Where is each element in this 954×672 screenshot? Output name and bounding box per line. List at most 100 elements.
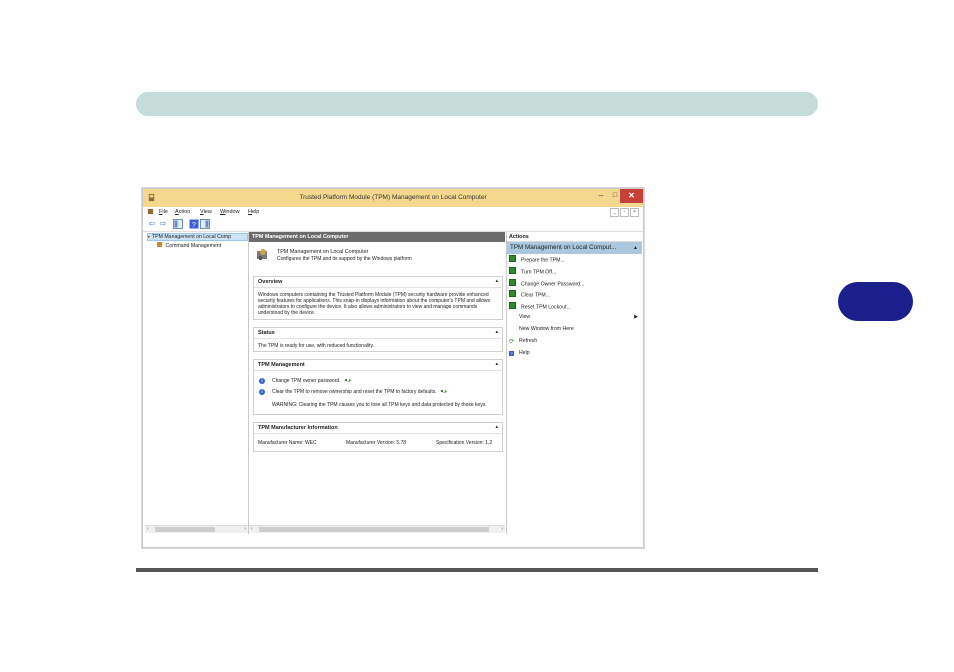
specification-version: Specification Version: 1.2 — [436, 440, 492, 446]
manufacturer-name: Manufacturer Name: WEC — [258, 440, 317, 446]
chapter-side-tab — [838, 282, 913, 321]
info-icon: i — [259, 378, 265, 384]
status-title: Status — [258, 330, 275, 336]
page-footer-rule — [136, 568, 818, 572]
blank-icon — [509, 326, 514, 331]
scroll-right-icon[interactable]: › — [501, 526, 503, 533]
mmc-window: Trusted Platform Module (TPM) Management… — [142, 188, 644, 548]
action-label: Refresh — [519, 338, 538, 344]
refresh-icon: ⟳ — [509, 338, 515, 345]
management-item-label: Change TPM owner password. — [272, 378, 341, 384]
tree-item-label: Command Management — [165, 243, 222, 249]
menu-help[interactable]: Help — [248, 209, 259, 215]
green-action-icon — [509, 279, 516, 286]
specification-version-label: Specification Version: — [436, 440, 484, 446]
green-action-icon — [509, 255, 516, 262]
tree-item-command-management[interactable]: Command Management — [157, 242, 221, 249]
collapse-arrow-icon[interactable]: ▴ — [495, 424, 498, 430]
menu-view[interactable]: View — [200, 209, 212, 215]
collapse-arrow-icon[interactable]: ▴ — [495, 329, 498, 335]
action-reset-tpm-lockout[interactable]: Reset TPM Lockout... — [509, 302, 571, 311]
blank-icon — [509, 314, 514, 319]
action-clear-tpm[interactable]: Clear TPM... — [509, 290, 550, 299]
section-divider — [254, 338, 502, 339]
menu-action[interactable]: Action — [175, 209, 190, 215]
mdi-minimize-button[interactable]: _ — [610, 208, 619, 217]
manufacturer-section: TPM Manufacturer Information ▴ Manufactu… — [253, 422, 503, 452]
manufacturer-name-value: WEC — [304, 440, 317, 446]
collapse-arrow-icon[interactable]: ▲ — [633, 242, 638, 254]
section-divider — [254, 370, 502, 371]
management-item-clear-tpm[interactable]: Clear the TPM to remove ownership and re… — [272, 389, 498, 395]
action-new-window[interactable]: New Window from Here — [509, 325, 574, 334]
status-text: The TPM is ready for use, with reduced f… — [258, 343, 374, 349]
menu-bar: File Action View Window Help _ ▫ × — [143, 207, 643, 217]
menu-file[interactable]: File — [159, 209, 168, 215]
tree-horizontal-scrollbar[interactable]: ‹ › — [145, 525, 248, 533]
help-toolbar-icon[interactable]: ? — [189, 219, 199, 229]
console-icon — [147, 208, 154, 215]
back-arrow-icon[interactable]: ⇦ — [147, 219, 157, 229]
manufacturer-version-label: Manufacturer Version: — [346, 440, 395, 446]
window-title: Trusted Platform Module (TPM) Management… — [299, 194, 487, 201]
info-icon: i — [259, 389, 265, 395]
action-label: Prepare the TPM... — [521, 257, 565, 264]
tree-item-tpm-management[interactable]: ▸ TPM Management on Local Comp — [147, 233, 248, 241]
status-section: Status ▴ The TPM is ready for use, with … — [253, 327, 503, 352]
result-pane: TPM Management on Local Computer TPM Man… — [249, 232, 505, 534]
manufacturer-title: TPM Manufacturer Information — [258, 425, 338, 431]
collapse-arrow-icon[interactable]: ▴ — [495, 361, 498, 367]
folder-icon — [157, 242, 162, 247]
result-pane-header: TPM Management on Local Computer — [249, 232, 505, 242]
action-label: Clear TPM... — [521, 292, 551, 299]
scroll-left-icon[interactable]: ‹ — [147, 526, 149, 533]
scroll-right-icon[interactable]: › — [244, 526, 246, 533]
forward-arrow-icon[interactable]: ⇨ — [158, 219, 168, 229]
overview-title: Overview — [258, 279, 283, 285]
show-hide-action-pane-icon[interactable] — [200, 219, 210, 229]
green-action-icon — [509, 267, 516, 274]
tpm-node-icon: ▸ — [148, 234, 151, 240]
svg-text:?: ? — [192, 222, 196, 229]
section-divider — [254, 287, 502, 288]
management-item-label: Clear the TPM to remove ownership and re… — [272, 389, 437, 395]
clear-warning-text: WARNING: Clearing the TPM causes you to … — [272, 402, 487, 408]
console-tree-pane: ▸ TPM Management on Local Comp Command M… — [145, 232, 249, 534]
action-prepare-tpm[interactable]: Prepare the TPM... — [509, 255, 565, 264]
scrollbar-thumb[interactable] — [155, 527, 215, 532]
submenu-arrow-icon: ▶ — [634, 314, 638, 320]
action-turn-tpm-off[interactable]: Turn TPM Off... — [509, 267, 556, 276]
show-hide-tree-icon[interactable] — [173, 219, 183, 229]
green-action-icon — [509, 302, 516, 309]
result-horizontal-scrollbar[interactable]: ‹ › — [249, 525, 505, 533]
scroll-left-icon[interactable]: ‹ — [251, 526, 253, 533]
section-divider — [254, 433, 502, 434]
title-bar[interactable]: Trusted Platform Module (TPM) Management… — [143, 189, 643, 207]
action-label: New Window from Here — [519, 326, 574, 332]
manufacturer-version-value: 5.78 — [396, 440, 407, 446]
page-header-bar — [136, 92, 818, 116]
management-item-change-password[interactable]: Change TPM owner password. — [272, 378, 498, 384]
tree-item-label: TPM Management on Local Comp — [151, 234, 231, 240]
actions-subheader-label: TPM Management on Local Comput... — [510, 244, 617, 251]
menu-window[interactable]: Window — [220, 209, 240, 215]
actions-header: Actions — [507, 232, 642, 242]
minimize-button[interactable]: – — [594, 189, 608, 203]
mdi-close-button[interactable]: × — [630, 208, 639, 217]
scrollbar-thumb[interactable] — [259, 527, 489, 532]
mdi-controls: _ ▫ × — [609, 208, 639, 217]
action-help[interactable]: ? Help — [509, 349, 530, 358]
intro-subtitle: Configures the TPM and its support by th… — [277, 256, 412, 262]
action-label: Change Owner Password... — [521, 281, 585, 288]
action-view[interactable]: View ▶ — [509, 313, 638, 322]
green-link-arrow-icon — [441, 390, 448, 393]
mdi-restore-button[interactable]: ▫ — [620, 208, 629, 217]
action-refresh[interactable]: ⟳ Refresh — [509, 337, 537, 346]
close-button[interactable]: ✕ — [620, 189, 643, 203]
collapse-arrow-icon[interactable]: ▴ — [495, 278, 498, 284]
actions-subheader[interactable]: TPM Management on Local Comput... ▲ — [507, 242, 642, 254]
toolbar: ⇦ ⇨ ? — [143, 217, 643, 232]
green-link-arrow-icon — [344, 379, 351, 382]
specification-version-value: 1.2 — [485, 440, 493, 446]
action-change-owner-password[interactable]: Change Owner Password... — [509, 279, 584, 288]
